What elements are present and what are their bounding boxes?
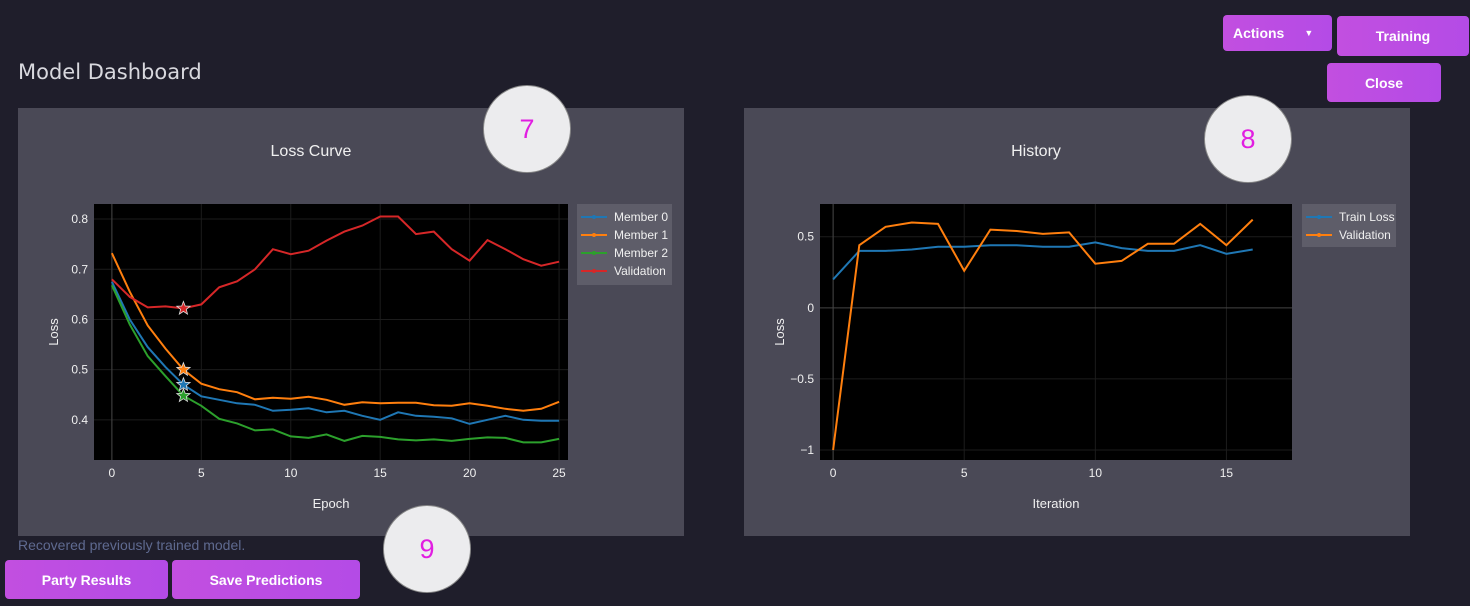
x-tick-label: 25 <box>552 466 566 480</box>
y-axis-label: Loss <box>772 318 787 346</box>
legend-swatch-dot <box>592 233 596 237</box>
x-tick-label: 10 <box>284 466 298 480</box>
x-tick-label: 15 <box>374 466 388 480</box>
close-button[interactable]: Close <box>1327 63 1441 102</box>
save-predictions-button[interactable]: Save Predictions <box>172 560 360 599</box>
x-tick-label: 0 <box>830 466 837 480</box>
x-axis-label: Epoch <box>313 496 350 511</box>
legend-swatch-dot <box>1317 233 1321 237</box>
x-tick-label: 20 <box>463 466 477 480</box>
legend-label: Validation <box>614 264 666 278</box>
legend-label: Train Loss <box>1339 210 1395 224</box>
legend-label: Member 1 <box>614 228 668 242</box>
legend-label: Member 2 <box>614 246 668 260</box>
x-axis-label: Iteration <box>1033 496 1080 511</box>
y-tick-label: 0.8 <box>71 212 88 226</box>
loss-curve-panel: Loss Curve 0 5 10 15 20 25 0.4 0.5 0.6 0.7 0.8 Epoch… <box>18 108 684 536</box>
legend-label: Validation <box>1339 228 1391 242</box>
chart-title: History <box>1011 143 1061 160</box>
y-tick-label: 0 <box>807 301 814 315</box>
chart-title: Loss Curve <box>271 143 352 160</box>
y-tick-label: 0.6 <box>71 312 88 326</box>
actions-label: Actions <box>1233 25 1285 41</box>
training-button[interactable]: Training <box>1337 16 1469 56</box>
y-axis-label: Loss <box>46 318 61 346</box>
plot-area <box>94 204 568 460</box>
legend-swatch-dot <box>1317 215 1321 219</box>
legend-swatch-dot <box>592 251 596 255</box>
legend-swatch-dot <box>592 215 596 219</box>
actions-dropdown-button[interactable]: Actions ▼ <box>1223 15 1332 51</box>
x-tick-label: 5 <box>198 466 205 480</box>
y-tick-label: 0.4 <box>71 413 88 427</box>
x-tick-label: 5 <box>961 466 968 480</box>
y-tick-label: 0.5 <box>71 363 88 377</box>
x-tick-label: 0 <box>109 466 116 480</box>
y-tick-label: −1 <box>800 443 814 457</box>
loss-curve-chart: Loss Curve 0 5 10 15 20 25 0.4 0.5 0.6 0.7 0.8 Epoch… <box>46 143 672 511</box>
y-tick-label: 0.5 <box>797 230 814 244</box>
plot-area <box>820 204 1292 460</box>
x-tick-label: 10 <box>1089 466 1103 480</box>
history-chart: History 0 5 10 15 −1 −0.5 0 0.5 Iteration Loss Trai… <box>772 143 1396 511</box>
annotation-marker-7: 7 <box>483 85 571 173</box>
page-title: Model Dashboard <box>18 60 202 84</box>
annotation-marker-8: 8 <box>1204 95 1292 183</box>
history-panel: History 0 5 10 15 −1 −0.5 0 0.5 Iteration Loss Trai… <box>744 108 1410 536</box>
party-results-button[interactable]: Party Results <box>5 560 168 599</box>
legend-label: Member 0 <box>614 210 668 224</box>
y-tick-label: −0.5 <box>790 372 814 386</box>
legend-swatch-dot <box>592 269 596 273</box>
annotation-marker-9: 9 <box>383 505 471 593</box>
y-tick-label: 0.7 <box>71 262 88 276</box>
caret-down-icon: ▼ <box>1304 28 1314 38</box>
x-tick-label: 15 <box>1220 466 1234 480</box>
status-message: Recovered previously trained model. <box>18 537 246 553</box>
